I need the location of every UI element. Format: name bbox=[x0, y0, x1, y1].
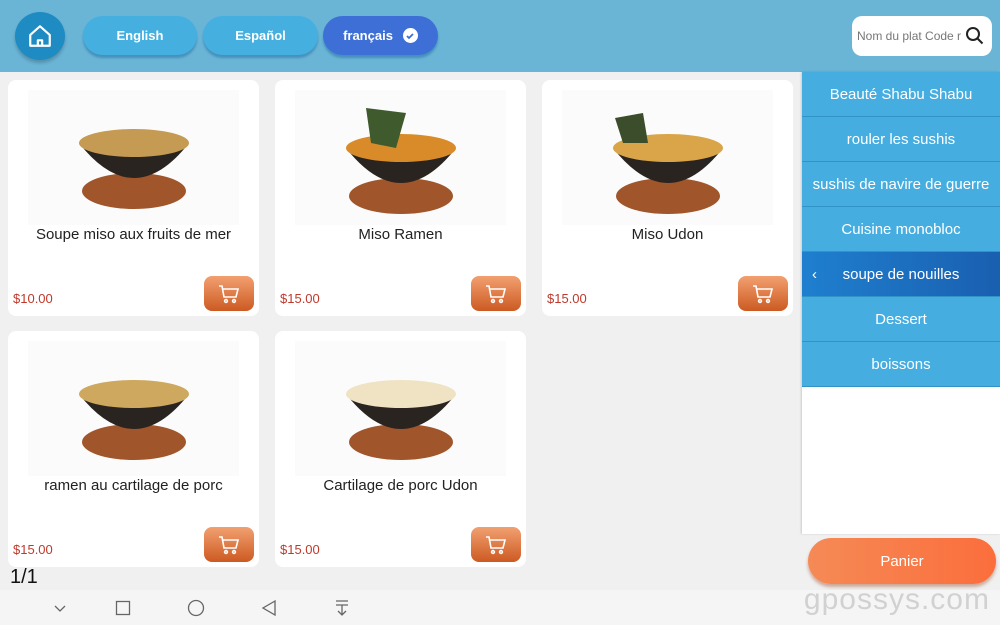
category-item[interactable]: sushis de navire de guerre bbox=[802, 162, 1000, 207]
product-card[interactable]: ramen au cartilage de porc $15.00 bbox=[8, 331, 259, 567]
check-icon bbox=[402, 28, 418, 43]
search-input[interactable] bbox=[857, 29, 965, 43]
category-item[interactable]: Cuisine monobloc bbox=[802, 207, 1000, 252]
add-to-cart-button[interactable] bbox=[738, 276, 788, 311]
product-image bbox=[295, 90, 506, 225]
category-item[interactable]: boissons bbox=[802, 342, 1000, 387]
home-icon bbox=[29, 25, 51, 47]
product-price: $15.00 bbox=[280, 542, 320, 557]
product-name: Miso Ramen bbox=[358, 226, 443, 243]
home-button[interactable] bbox=[15, 12, 65, 60]
product-price: $15.00 bbox=[547, 291, 587, 306]
product-name: Miso Udon bbox=[631, 226, 704, 243]
cart-button[interactable]: Panier bbox=[808, 538, 996, 584]
add-to-cart-button[interactable] bbox=[471, 276, 521, 311]
add-to-cart-button[interactable] bbox=[204, 527, 254, 562]
lang-espanol-button[interactable]: Español bbox=[203, 16, 318, 55]
cart-icon bbox=[486, 284, 507, 303]
home-nav-icon[interactable] bbox=[186, 598, 206, 618]
product-card[interactable]: Miso Udon $15.00 bbox=[542, 80, 793, 316]
product-image bbox=[295, 341, 506, 476]
chevron-left-icon: ‹ bbox=[812, 265, 817, 283]
product-card[interactable]: Miso Ramen $15.00 bbox=[275, 80, 526, 316]
recents-icon[interactable] bbox=[113, 598, 133, 618]
cart-icon bbox=[219, 284, 240, 303]
lang-francais-button[interactable]: français bbox=[323, 16, 438, 55]
back-icon[interactable] bbox=[259, 598, 279, 618]
product-image bbox=[562, 90, 773, 225]
add-to-cart-button[interactable] bbox=[471, 527, 521, 562]
product-card[interactable]: Cartilage de porc Udon $15.00 bbox=[275, 331, 526, 567]
chevron-down-icon[interactable] bbox=[50, 598, 70, 618]
category-item[interactable]: rouler les sushis bbox=[802, 117, 1000, 162]
product-price: $10.00 bbox=[13, 291, 53, 306]
watermark: gpossys.com bbox=[803, 583, 990, 616]
pull-down-icon[interactable] bbox=[332, 598, 352, 618]
product-price: $15.00 bbox=[280, 291, 320, 306]
product-image bbox=[28, 90, 239, 225]
page-indicator: 1/1 bbox=[10, 566, 38, 588]
product-name: Soupe miso aux fruits de mer bbox=[35, 226, 232, 243]
lang-english-button[interactable]: English bbox=[83, 16, 197, 55]
product-name: ramen au cartilage de porc bbox=[44, 477, 223, 494]
category-sidebar: Beauté Shabu Shabu rouler les sushis sus… bbox=[802, 72, 1000, 534]
category-item-active[interactable]: ‹ soupe de nouilles bbox=[802, 252, 1000, 297]
cart-icon bbox=[486, 535, 507, 554]
add-to-cart-button[interactable] bbox=[204, 276, 254, 311]
category-item[interactable]: Dessert bbox=[802, 297, 1000, 342]
cart-icon bbox=[753, 284, 774, 303]
category-item[interactable]: Beauté Shabu Shabu bbox=[802, 72, 1000, 117]
product-name: Cartilage de porc Udon bbox=[323, 477, 478, 494]
product-image bbox=[28, 341, 239, 476]
search-icon[interactable] bbox=[965, 26, 985, 46]
product-price: $15.00 bbox=[13, 542, 53, 557]
top-bar: English Español français bbox=[0, 0, 1000, 72]
cart-icon bbox=[219, 535, 240, 554]
product-card[interactable]: Soupe miso aux fruits de mer $10.00 bbox=[8, 80, 259, 316]
search-box bbox=[852, 16, 992, 56]
